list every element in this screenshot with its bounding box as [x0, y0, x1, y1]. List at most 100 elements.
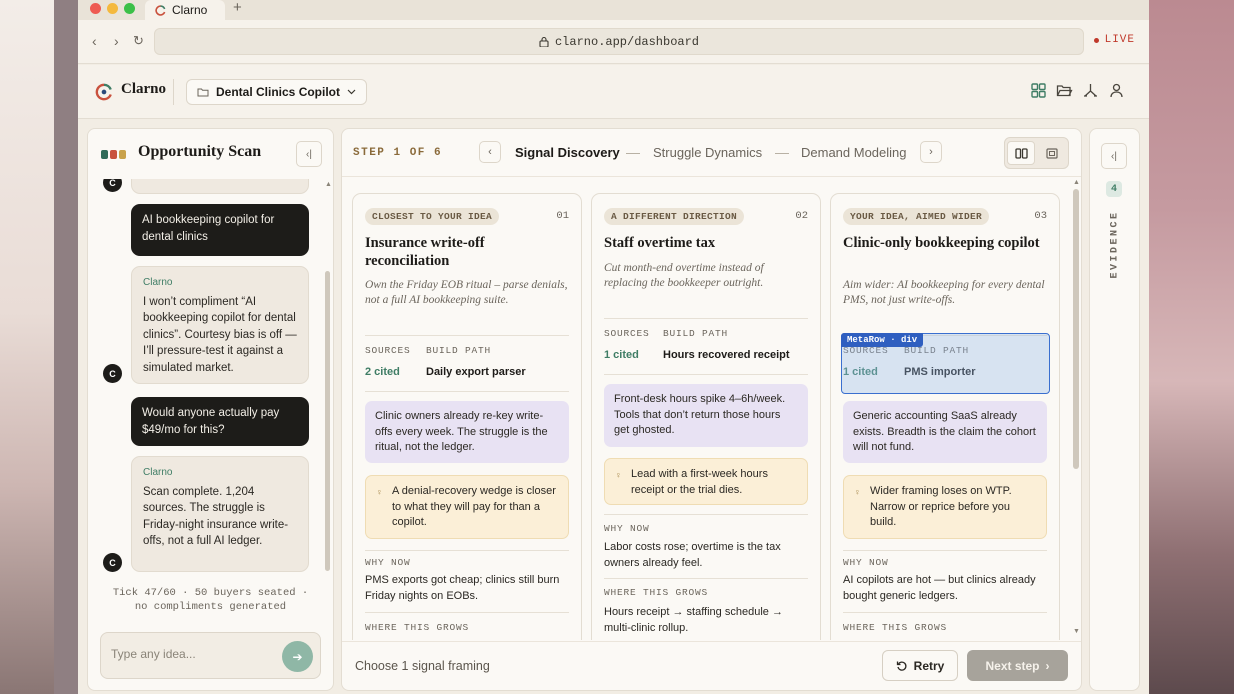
- sources-count[interactable]: 2 cited: [365, 366, 400, 378]
- address-bar[interactable]: clarno.app/dashboard: [154, 28, 1084, 55]
- expand-evidence-button[interactable]: ‹|: [1101, 143, 1127, 169]
- send-button[interactable]: ➔: [282, 641, 313, 672]
- chevron-down-icon: [347, 89, 356, 95]
- scroll-down-icon[interactable]: ▼: [1073, 628, 1080, 635]
- open-folder-icon[interactable]: [1056, 82, 1073, 99]
- chat-scroll-thumb[interactable]: [325, 271, 330, 571]
- sources-label: SOURCES: [365, 345, 411, 356]
- back-arrow-icon[interactable]: ‹: [92, 33, 97, 49]
- reload-icon[interactable]: ↻: [133, 33, 144, 49]
- divider: [365, 335, 569, 336]
- tab-separator: [775, 153, 789, 154]
- avatar: C: [103, 364, 122, 383]
- chevron-right-icon: ›: [1045, 658, 1050, 673]
- framing-card[interactable]: CLOSEST TO YOUR IDEA 01 Insurance write-…: [352, 193, 582, 640]
- lightbulb-icon: ♀: [376, 487, 383, 497]
- framing-card[interactable]: YOUR IDEA, AIMED WIDER 03 Clinic-only bo…: [830, 193, 1060, 640]
- build-path-value: Hours recovered receipt: [663, 349, 790, 361]
- columns-view-icon[interactable]: [1007, 141, 1035, 165]
- brand-name: Clarno: [121, 81, 166, 97]
- idea-input[interactable]: [111, 647, 271, 661]
- chat-scrollbar[interactable]: ▲: [324, 181, 332, 581]
- simulation-tick-status: Tick 47/60 · 50 buyers seated · no compl…: [88, 586, 333, 614]
- divider: [843, 612, 1047, 613]
- build-path-label: BUILD PATH: [426, 345, 492, 356]
- card-number: 02: [795, 210, 808, 222]
- browser-tab[interactable]: Clarno: [145, 0, 225, 20]
- cards-scrollbar[interactable]: ▲ ▼: [1072, 178, 1080, 640]
- message-text: I won’t compliment “AI bookkeeping copil…: [143, 295, 297, 374]
- tick-line: no compliments generated: [134, 601, 287, 613]
- header-actions: [1030, 82, 1125, 99]
- card-title: Insurance write-off reconciliation: [365, 235, 485, 269]
- single-view-icon[interactable]: [1038, 141, 1066, 165]
- message-text: Scan complete. 1,204 sources. The strugg…: [143, 485, 289, 548]
- cards-scroll-thumb[interactable]: [1073, 189, 1079, 469]
- lightbulb-icon: ♀: [854, 487, 861, 497]
- browser-toolbar: ‹ › ↻ clarno.app/dashboard LIVE: [78, 20, 1149, 64]
- chevron-right-icon: ›: [929, 146, 933, 158]
- avatar: C: [103, 179, 122, 192]
- tab-demand-modeling[interactable]: Demand Modeling: [801, 145, 907, 160]
- framing-card[interactable]: A DIFFERENT DIRECTION 02 Staff overtime …: [591, 193, 821, 640]
- chat-bubble-assistant: Clarno I won’t compliment “AI bookkeepin…: [131, 266, 309, 384]
- lock-icon: [539, 36, 549, 47]
- minimize-window-dot[interactable]: [107, 3, 118, 14]
- tab-struggle-dynamics[interactable]: Struggle Dynamics: [653, 145, 762, 160]
- why-now-label: WHY NOW: [365, 557, 411, 568]
- evidence-rail: ‹| 4 EVIDENCE: [1089, 128, 1140, 691]
- close-window-dot[interactable]: [90, 3, 101, 14]
- tab-strip: Clarno +: [78, 0, 1149, 20]
- selection-hint: Choose 1 signal framing: [355, 659, 490, 673]
- chat-thread: C AI bookkeeping copilot for dental clin…: [88, 179, 333, 584]
- insight-box: Clinic owners already re-key write-offs …: [365, 401, 569, 463]
- why-now-label: WHY NOW: [843, 557, 889, 568]
- maximize-window-dot[interactable]: [124, 3, 135, 14]
- scroll-up-icon[interactable]: ▲: [1073, 179, 1080, 186]
- tab-title: Clarno: [172, 3, 208, 17]
- where-grows-label: WHERE THIS GROWS: [604, 587, 709, 598]
- desktop-wallpaper-left: [0, 0, 54, 694]
- card-subtitle: Aim wider: AI bookkeeping for every dent…: [843, 279, 1045, 306]
- inspector-label: MetaRow · div: [841, 333, 924, 347]
- stepper-header: STEP 1 OF 6 ‹ Signal Discovery Struggle …: [342, 129, 1081, 177]
- user-profile-icon[interactable]: [1108, 82, 1125, 99]
- sources-count[interactable]: 1 cited: [604, 349, 639, 361]
- retry-button[interactable]: Retry: [882, 650, 958, 681]
- tab-signal-discovery[interactable]: Signal Discovery: [515, 145, 620, 160]
- next-step-label: Next step: [985, 658, 1040, 673]
- scroll-up-icon[interactable]: ▲: [325, 181, 332, 188]
- evidence-tab[interactable]: EVIDENCE: [1100, 211, 1128, 283]
- new-tab-button[interactable]: +: [233, 0, 242, 16]
- tip-box: ♀ A denial-recovery wedge is closer to w…: [365, 475, 569, 539]
- prev-step-button[interactable]: ‹: [479, 141, 501, 163]
- insight-box: Generic accounting SaaS already exists. …: [843, 401, 1047, 463]
- card-title: Clinic-only bookkeeping copilot: [843, 235, 1040, 251]
- status-square-icon: [119, 150, 126, 159]
- tip-text: Lead with a first-week hours receipt or …: [631, 468, 768, 496]
- project-name: Dental Clinics Copilot: [216, 85, 341, 99]
- next-tab-button[interactable]: ›: [920, 141, 942, 163]
- retry-label: Retry: [913, 658, 945, 673]
- tick-line: Tick 47/60 · 50 buyers seated ·: [112, 587, 309, 599]
- url-text: clarno.app/dashboard: [554, 34, 700, 49]
- message-author: Clarno: [143, 277, 173, 288]
- why-now-label: WHY NOW: [604, 523, 650, 534]
- divider: [365, 550, 569, 551]
- retry-icon: [896, 661, 907, 671]
- arrow-right-icon: ➔: [292, 649, 303, 664]
- project-selector[interactable]: Dental Clinics Copilot: [186, 79, 368, 105]
- desktop-wallpaper-right: [1148, 0, 1234, 694]
- idea-input-box: ➔: [100, 632, 321, 679]
- collapse-panel-button[interactable]: ‹|: [296, 141, 322, 167]
- divider: [604, 578, 808, 579]
- forward-arrow-icon[interactable]: ›: [114, 33, 119, 49]
- live-indicator: LIVE: [1093, 34, 1135, 46]
- chat-bubble-partial: [131, 179, 309, 194]
- sources-label: SOURCES: [604, 328, 650, 339]
- branch-icon[interactable]: [1082, 82, 1099, 99]
- divider: [604, 318, 808, 319]
- grid-view-icon[interactable]: [1030, 82, 1047, 99]
- next-step-button[interactable]: Next step ›: [967, 650, 1068, 681]
- lightbulb-icon: ♀: [615, 470, 622, 480]
